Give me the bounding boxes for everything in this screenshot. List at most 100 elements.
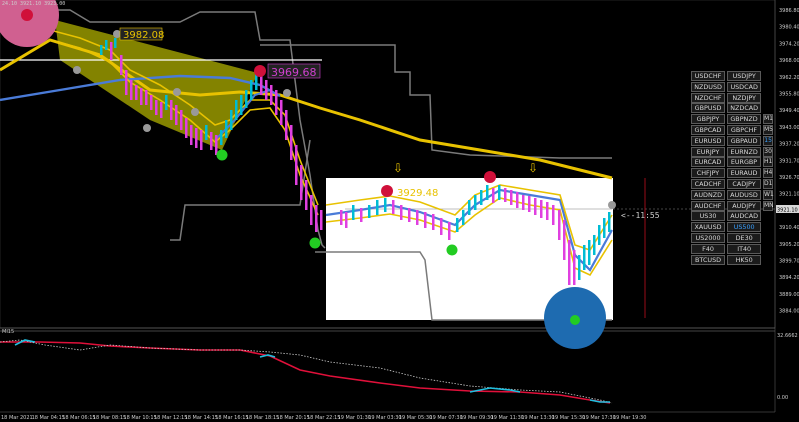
- timeframe-button[interactable]: 30: [763, 146, 773, 157]
- timeframe-spacer: [763, 255, 773, 265]
- timeframe-button[interactable]: M1: [763, 114, 773, 125]
- candle: [448, 222, 451, 240]
- symbol-button[interactable]: EURNZD: [727, 146, 762, 157]
- symbol-button[interactable]: GBPNZD: [727, 114, 761, 125]
- time-tick-label: 19 Mar 09:30: [460, 415, 493, 421]
- candle: [150, 95, 153, 110]
- time-tick-label: 18 Mar 16:15: [215, 415, 248, 421]
- symbol-button[interactable]: DE30: [727, 232, 762, 243]
- timeframe-button[interactable]: M5: [763, 124, 773, 135]
- price-tick-label: 3931.70: [779, 158, 799, 164]
- symbol-button[interactable]: GBPAUD: [727, 135, 762, 146]
- indicator-red-line: [0, 341, 611, 404]
- price-tick-label: 3949.40: [779, 108, 799, 114]
- symbol-button[interactable]: IT40: [727, 243, 762, 254]
- symbol-button[interactable]: GBPCAD: [691, 124, 725, 135]
- symbol-button[interactable]: CADCHF: [691, 178, 725, 189]
- symbol-row: F40 IT40: [691, 243, 773, 254]
- candle: [165, 95, 168, 110]
- symbol-button[interactable]: EURAUD: [727, 168, 761, 179]
- symbol-button[interactable]: GBPCHF: [727, 124, 761, 135]
- timeframe-button[interactable]: W1: [763, 189, 774, 200]
- symbol-row: CHFJPY EURAUD H4: [691, 168, 773, 179]
- candle: [100, 45, 103, 55]
- symbol-button[interactable]: USDCAD: [727, 81, 762, 92]
- symbol-button[interactable]: AUDCAD: [727, 211, 762, 222]
- timeframe-button[interactable]: 15: [763, 135, 773, 146]
- candle: [440, 218, 443, 235]
- candle: [295, 145, 298, 185]
- symbol-button[interactable]: AUDJPY: [727, 200, 761, 211]
- timeframe-spacer: [763, 82, 773, 92]
- symbol-button[interactable]: US2000: [691, 232, 726, 243]
- candle: [522, 195, 525, 210]
- symbol-button[interactable]: US30: [691, 211, 726, 222]
- symbol-button[interactable]: AUDUSD: [727, 189, 761, 200]
- time-tick-label: 18 Mar 18:15: [246, 415, 279, 421]
- candle: [140, 88, 143, 105]
- price-tick-label: 3968.00: [779, 58, 799, 64]
- gray-dot: [608, 201, 616, 209]
- symbol-button[interactable]: EURCAD: [691, 157, 725, 168]
- symbol-button[interactable]: USDCHF: [691, 71, 726, 81]
- symbol-button[interactable]: GBPUSD: [691, 103, 726, 114]
- candle: [190, 125, 193, 145]
- level3-label: 3929.48: [397, 188, 438, 199]
- symbol-button[interactable]: EURUSD: [691, 135, 726, 146]
- candle: [245, 90, 248, 108]
- candle: [120, 55, 123, 75]
- level1-label: 3982.08: [123, 30, 164, 41]
- symbol-button[interactable]: NZDCAD: [727, 103, 762, 114]
- symbol-button[interactable]: CADJPY: [727, 178, 761, 189]
- symbol-button[interactable]: BTCUSD: [691, 254, 726, 265]
- symbol-button[interactable]: XAUUSD: [691, 222, 726, 233]
- candle: [492, 188, 495, 203]
- gray-dot: [191, 108, 199, 116]
- candle: [392, 200, 395, 214]
- symbol-button[interactable]: EURGBP: [727, 157, 761, 168]
- price-chart[interactable]: 3982.08 3969.68 3929.48 <--11:55 ⇩ ⇩ 398…: [0, 0, 799, 422]
- symbol-button[interactable]: AUDCHF: [691, 200, 725, 211]
- timeframe-spacer: [763, 93, 773, 103]
- time-tick-label: 18 Mar 2021: [1, 415, 33, 421]
- current-price-label: 3921.10: [777, 208, 798, 214]
- candle: [384, 198, 387, 212]
- symbol-button[interactable]: NZDUSD: [691, 81, 726, 92]
- symbol-button[interactable]: AUDNZD: [691, 189, 725, 200]
- price-tick-label: 3986.80: [779, 8, 799, 14]
- candle: [416, 210, 419, 225]
- price-tick-label: 3889.00: [779, 292, 799, 298]
- price-tick-label: 3955.80: [779, 92, 799, 98]
- gray-dot: [173, 88, 181, 96]
- candle: [504, 188, 507, 202]
- symbol-row: GBPCAD GBPCHF M5: [691, 124, 773, 135]
- timeframe-spacer: [763, 244, 773, 254]
- timeframe-spacer: [763, 211, 773, 221]
- symbol-button[interactable]: HK50: [727, 254, 762, 265]
- symbol-button[interactable]: NZDCHF: [691, 92, 726, 103]
- symbol-row: AUDCHF AUDJPY MN: [691, 200, 774, 211]
- timeframe-button[interactable]: H4: [763, 168, 773, 179]
- symbol-button[interactable]: CHFJPY: [691, 168, 725, 179]
- symbol-button[interactable]: US500: [727, 222, 762, 233]
- candle: [486, 185, 489, 200]
- level2-label: 3969.68: [271, 66, 317, 79]
- candle: [360, 208, 363, 222]
- symbol-button[interactable]: GBPJPY: [691, 114, 725, 125]
- symbol-button[interactable]: USDJPY: [727, 71, 762, 81]
- candle: [200, 130, 203, 150]
- candle: [498, 185, 501, 200]
- symbol-row: US30 AUDCAD: [691, 211, 773, 222]
- down-arrow-icon: ⇩: [393, 161, 403, 175]
- timeframe-button[interactable]: H1: [763, 157, 773, 168]
- time-tick-label: 19 Mar 19:30: [613, 415, 646, 421]
- green-center-dot: [570, 315, 580, 325]
- timeframe-button[interactable]: MN: [763, 200, 774, 211]
- candle: [160, 102, 163, 118]
- symbol-button[interactable]: EURJPY: [691, 146, 726, 157]
- indicator-scale-bottom: 0.00: [777, 395, 788, 401]
- candle: [280, 100, 283, 125]
- timeframe-button[interactable]: D1: [763, 178, 773, 189]
- symbol-button[interactable]: F40: [691, 243, 726, 254]
- symbol-button[interactable]: NZDJPY: [727, 92, 762, 103]
